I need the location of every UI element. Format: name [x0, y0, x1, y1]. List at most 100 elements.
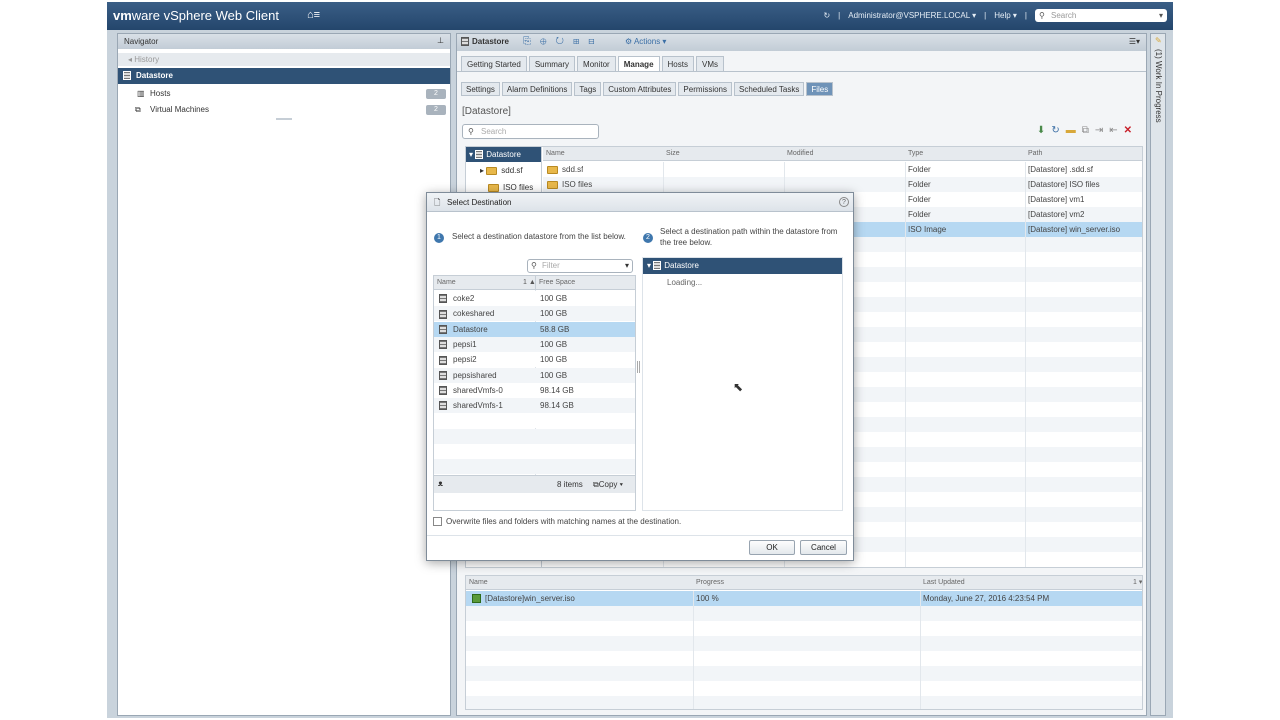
folder-icon [486, 166, 498, 175]
document-icon: 🗋 [434, 198, 441, 207]
app-logo: vmware vSphere Web Client [113, 8, 279, 23]
tree-root-datastore[interactable]: ▾ Datastore [643, 258, 842, 274]
navigator-panel: Navigator ⊥ ◂ History Datastore ▥ Hosts … [117, 33, 451, 716]
help-icon[interactable]: ? [839, 197, 849, 207]
ok-button[interactable]: OK [749, 540, 795, 555]
vms-count-badge: 2 [426, 105, 446, 115]
sort-indicator[interactable]: 1 ▾ [1130, 576, 1142, 590]
subtab-alarm-definitions[interactable]: Alarm Definitions [501, 82, 573, 96]
nav-selected-datastore[interactable]: Datastore [118, 68, 450, 84]
col-size[interactable]: Size [663, 147, 680, 161]
history-button[interactable]: ◂ History [118, 53, 450, 66]
cancel-button[interactable]: Cancel [800, 540, 847, 555]
pin-icon[interactable]: ⊥ [437, 36, 444, 45]
empty-row [466, 606, 1142, 621]
col-free-space[interactable]: Free Space [535, 276, 575, 290]
empty-row [434, 444, 635, 459]
overwrite-checkbox[interactable] [433, 517, 442, 526]
datastore-icon [461, 37, 469, 47]
table-row[interactable]: cokeshared 100 GB [434, 306, 635, 322]
empty-row [466, 651, 1142, 666]
table-row-selected[interactable]: [Datastore]win_server.iso 100 % Monday, … [466, 591, 1142, 606]
empty-row [466, 636, 1142, 651]
subtab-permissions[interactable]: Permissions [678, 82, 732, 96]
files-search-input[interactable]: ⚲ Search [462, 124, 599, 139]
copy-menu[interactable]: ⧉Copy ▾ [593, 480, 623, 490]
global-search-input[interactable]: ⚲ Search ▾ [1035, 9, 1167, 22]
col-name[interactable]: Name [543, 147, 565, 161]
tab-summary[interactable]: Summary [528, 56, 576, 71]
binoculars-icon[interactable]: ᴥ [438, 479, 443, 488]
table-row[interactable]: sharedVmfs-1 98.14 GB [434, 398, 635, 414]
dialog-title: 🗋 Select Destination ? [427, 193, 853, 212]
help-menu[interactable]: Help ▾ [994, 11, 1017, 20]
breadcrumb: [Datastore] [462, 106, 511, 117]
tree-root-datastore[interactable]: ▾ Datastore [466, 147, 541, 162]
home-menu-icon[interactable]: ⌂≡ [307, 9, 320, 21]
table-row[interactable]: sharedVmfs-0 98.14 GB [434, 382, 635, 398]
datastore-icon [439, 309, 447, 319]
work-in-progress-panel[interactable]: ✎ (1) Work In Progress [1150, 33, 1166, 716]
empty-row [434, 459, 635, 475]
datastore-list-header: Name 1 ▲ Free Space [434, 276, 635, 290]
search-icon: ⚲ [531, 261, 537, 270]
col-last-updated[interactable]: Last Updated [920, 576, 965, 590]
empty-row [466, 621, 1142, 636]
col-path[interactable]: Path [1025, 147, 1042, 161]
table-row[interactable]: pepsi2 100 GB [434, 352, 635, 368]
subtab-scheduled-tasks[interactable]: Scheduled Tasks [734, 82, 805, 96]
tab-vms[interactable]: VMs [695, 56, 724, 71]
sort-indicator[interactable]: 1 ▲ [520, 276, 536, 290]
subtab-tags[interactable]: Tags [574, 82, 602, 96]
subtab-settings[interactable]: Settings [461, 82, 500, 96]
datastore-icon [439, 324, 447, 334]
top-bar: vmware vSphere Web Client ⌂≡ ↻ | Adminis… [107, 2, 1173, 30]
table-row[interactable]: ISO files Folder [Datastore] ISO files [543, 177, 1142, 192]
step-1-text: Select a destination datastore from the … [452, 232, 626, 241]
table-row-selected[interactable]: Datastore 58.8 GB [434, 321, 635, 337]
tasks-grid: Name Progress Last Updated 1 ▾ [Datastor… [465, 575, 1143, 710]
col-task-name[interactable]: Name [466, 576, 488, 590]
top-right-area: ↻ | Administrator@VSPHERE.LOCAL ▾ | Help… [823, 9, 1167, 22]
destination-tree: ▾ Datastore Loading... ⬉ [642, 257, 843, 511]
subtab-files[interactable]: Files [806, 82, 834, 96]
table-row[interactable]: pepsishared 100 GB [434, 367, 635, 383]
tab-hosts[interactable]: Hosts [661, 56, 694, 71]
user-menu[interactable]: Administrator@VSPHERE.LOCAL ▾ [848, 11, 976, 20]
col-type[interactable]: Type [905, 147, 923, 161]
col-modified[interactable]: Modified [784, 147, 813, 161]
datastore-icon [439, 340, 447, 350]
panel-menu-icon[interactable]: ☰▾ [1129, 37, 1140, 46]
col-ds-name[interactable]: Name [434, 276, 456, 290]
files-grid-header: Name Size Modified Type Path [543, 147, 1142, 161]
tasks-grid-header: Name Progress Last Updated 1 ▾ [466, 576, 1142, 590]
refresh-icon[interactable]: ↻ [823, 11, 830, 20]
file-actions-toolbar[interactable]: ⬇↻▬⧉⇥⇤✕ [1037, 125, 1138, 136]
tab-manage[interactable]: Manage [617, 56, 660, 71]
filter-input[interactable]: ⚲ Filter ▾ [527, 259, 633, 273]
vm-icon: ⧉ [135, 105, 141, 114]
subtab-custom-attributes[interactable]: Custom Attributes [603, 82, 677, 96]
mouse-cursor-icon: ⬉ [733, 380, 744, 394]
nav-item-hosts[interactable]: ▥ Hosts 2 [118, 86, 450, 102]
tree-item-sdd[interactable]: ▸ sdd.sf [480, 164, 523, 178]
folder-icon [547, 165, 558, 174]
chevron-down-icon[interactable]: ▾ [625, 260, 629, 272]
actions-menu[interactable]: ⚙ Actions ▾ [625, 37, 666, 46]
nav-item-vms[interactable]: ⧉ Virtual Machines 2 [118, 102, 450, 118]
datastore-icon [439, 370, 447, 380]
toolbar-object: Datastore [461, 37, 509, 47]
empty-row [434, 428, 635, 444]
datastore-rows: coke2 100 GB cokeshared 100 GB Datastore 58.8… [434, 291, 635, 490]
toolbar-action-icons[interactable]: ⎘⊕↻⊞⊟ [523, 36, 604, 47]
table-row[interactable]: sdd.sf Folder [Datastore] .sdd.sf [543, 162, 1142, 177]
table-row[interactable]: coke2 100 GB [434, 291, 635, 306]
datastore-list: Name 1 ▲ Free Space coke2 100 GB cokeshare… [433, 275, 636, 511]
col-progress[interactable]: Progress [693, 576, 724, 590]
tab-getting-started[interactable]: Getting Started [461, 56, 527, 71]
datastore-icon [439, 355, 447, 365]
table-row[interactable]: pepsi1 100 GB [434, 336, 635, 352]
splitter-handle[interactable] [637, 361, 640, 373]
splitter-handle[interactable] [276, 118, 292, 120]
tab-monitor[interactable]: Monitor [577, 56, 616, 71]
